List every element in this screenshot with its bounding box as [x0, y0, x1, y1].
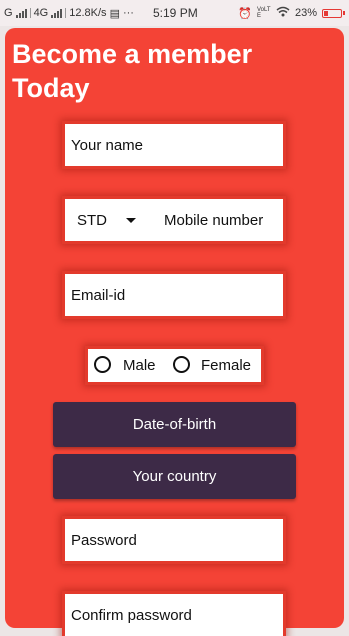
- female-label[interactable]: Female: [201, 349, 251, 382]
- std-dropdown[interactable]: STD: [71, 199, 107, 241]
- country-label: Your country: [132, 468, 217, 485]
- mobile-field: STD Mobile number: [65, 199, 283, 241]
- confirm-password-input[interactable]: Confirm password: [65, 594, 283, 636]
- status-right: ⏰ VoLTE 23%: [238, 0, 345, 26]
- signal-icon: [51, 8, 63, 18]
- mobile-placeholder: Mobile number: [164, 211, 264, 229]
- clock: 5:19 PM: [153, 6, 198, 20]
- alarm-icon: ⏰: [238, 7, 252, 20]
- date-of-birth-button[interactable]: Date-of-birth: [53, 402, 296, 447]
- network-speed: 12.8K/s: [69, 7, 107, 19]
- divider: [65, 8, 67, 18]
- more-notifications-icon: ···: [122, 7, 134, 19]
- password-input[interactable]: Password: [65, 519, 283, 561]
- name-input[interactable]: Your name: [65, 124, 283, 166]
- carrier-label: G: [4, 7, 13, 19]
- wifi-icon: [276, 6, 290, 20]
- female-radio[interactable]: [173, 356, 190, 373]
- page-title: Become a member Today: [12, 37, 312, 105]
- country-button[interactable]: Your country: [53, 454, 296, 499]
- chevron-down-icon[interactable]: [126, 218, 136, 223]
- status-bar: G 4G 12.8K/s ▤ ··· 5:19 PM ⏰ VoLTE 23%: [0, 0, 349, 26]
- male-label[interactable]: Male: [123, 349, 156, 382]
- gender-radio-group: Male Female: [88, 349, 261, 382]
- male-radio[interactable]: [94, 356, 111, 373]
- divider: [29, 8, 31, 18]
- mobile-input[interactable]: Mobile number: [158, 199, 263, 241]
- password-placeholder: Password: [71, 531, 137, 549]
- email-input[interactable]: Email-id: [65, 274, 283, 316]
- status-left: G 4G 12.8K/s ▤ ···: [4, 0, 134, 26]
- battery-percent: 23%: [294, 7, 317, 19]
- confirm-password-placeholder: Confirm password: [71, 606, 192, 624]
- notification-icon: ▤: [109, 7, 120, 20]
- name-placeholder: Your name: [71, 136, 143, 154]
- email-placeholder: Email-id: [71, 286, 126, 304]
- battery-icon: [322, 8, 345, 18]
- dob-label: Date-of-birth: [132, 416, 217, 433]
- network-label: 4G: [33, 7, 49, 19]
- title-line-1: Become a member: [12, 39, 253, 69]
- volte-icon: VoLTE: [256, 7, 271, 19]
- signal-icon: [15, 8, 27, 18]
- title-line-2: Today: [12, 73, 90, 103]
- std-label: STD: [77, 211, 107, 229]
